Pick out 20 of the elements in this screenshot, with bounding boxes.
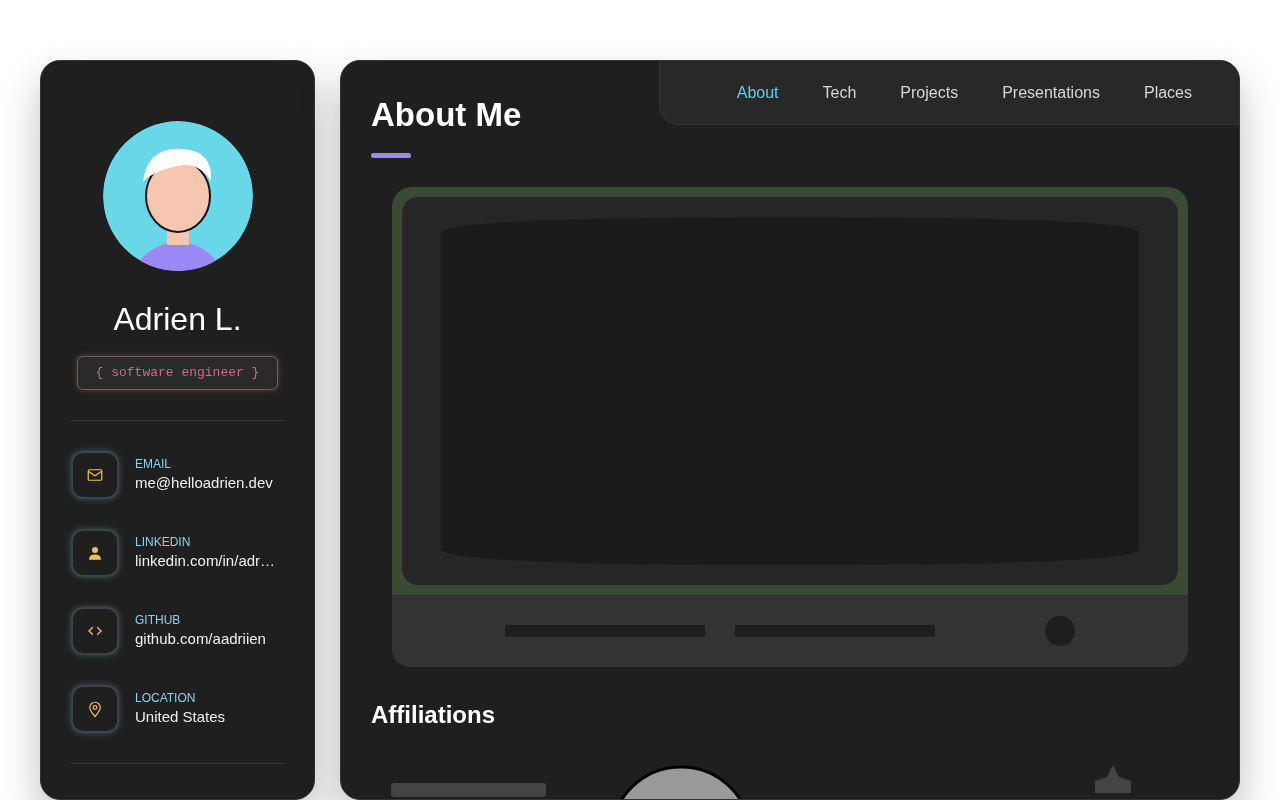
nav-tab[interactable]: Places	[1143, 80, 1192, 105]
page-heading: About Me	[371, 95, 522, 135]
location-pin-icon	[86, 699, 104, 718]
heading-underline	[371, 153, 411, 158]
nav-tab[interactable]: About	[736, 80, 779, 105]
contact-value: github.com/aadriien	[135, 628, 266, 649]
contact-value: me@helloadrien.dev	[135, 472, 273, 493]
profile-name: Adrien L.	[113, 300, 242, 339]
nav-tab[interactable]: Projects	[900, 80, 959, 105]
contact-label: EMAIL	[135, 455, 172, 472]
section-heading: Affiliations	[371, 700, 495, 730]
contact-label: GITHUB	[135, 611, 182, 628]
nav-tab[interactable]: Presentations	[1002, 80, 1100, 105]
contact-label: LOCATION	[135, 689, 197, 706]
contact-value: linkedin.com/in/adr…	[135, 550, 276, 571]
contact-value: United States	[135, 706, 226, 727]
role-badge: { software engineer }	[76, 356, 279, 390]
nav-tab[interactable]: Tech	[822, 80, 857, 105]
logo-icon	[1095, 765, 1131, 793]
contact-label: LINKEDIN	[135, 533, 192, 550]
